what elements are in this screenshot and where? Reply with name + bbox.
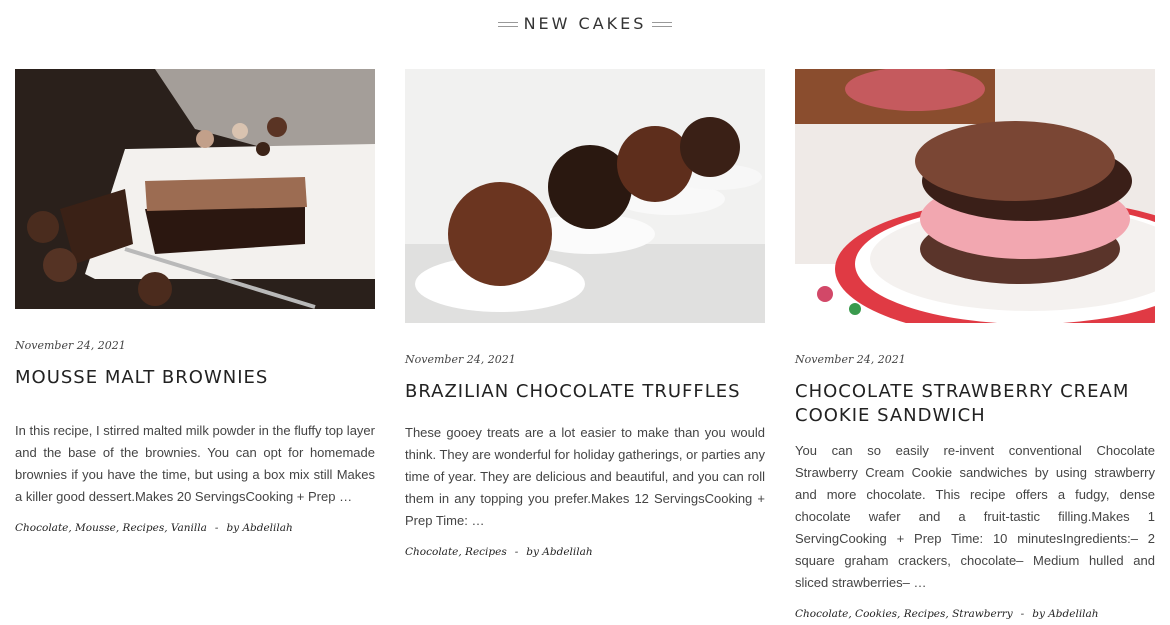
post-title-link[interactable]: MOUSSE MALT BROWNIES	[15, 366, 375, 390]
post-tags-links[interactable]: Chocolate, Mousse, Recipes, Vanilla	[15, 522, 207, 534]
post-date: November 24, 2021	[15, 339, 126, 352]
post-meta: Chocolate, Mousse, Recipes, Vanilla - by A…	[15, 522, 375, 534]
section-title: NEW CAKES	[523, 14, 647, 33]
post-meta: Chocolate, Cookies, Recipes, Strawberry -…	[795, 608, 1155, 620]
section-header: NEW CAKES	[0, 14, 1170, 33]
post-image[interactable]	[15, 69, 375, 309]
meta-separator: -	[1020, 608, 1025, 620]
post-title-link[interactable]: CHOCOLATE STRAWBERRY CREAM COOKIE SANDWI…	[795, 380, 1155, 428]
post-card: November 24, 2021 CHOCOLATE STRAWBERRY C…	[795, 69, 1155, 620]
post-date: November 24, 2021	[405, 353, 516, 366]
post-author-link[interactable]: by Abdelilah	[526, 546, 592, 558]
post-card: November 24, 2021 MOUSSE MALT BROWNIES I…	[15, 69, 375, 534]
truffles-image	[405, 69, 765, 323]
cookie-sandwich-image	[795, 69, 1155, 323]
post-author-link[interactable]: by Abdelilah	[226, 522, 292, 534]
title-decoration-left	[497, 22, 518, 27]
post-tags-links[interactable]: Chocolate, Recipes	[405, 546, 507, 558]
post-title-link[interactable]: BRAZILIAN CHOCOLATE TRUFFLES	[405, 380, 765, 404]
brownie-image	[15, 69, 375, 309]
post-meta: Chocolate, Recipes - by Abdelilah	[405, 546, 765, 558]
post-card: November 24, 2021 BRAZILIAN CHOCOLATE TR…	[405, 69, 765, 558]
post-excerpt: In this recipe, I stirred malted milk po…	[15, 423, 375, 504]
post-tags-links[interactable]: Chocolate, Cookies, Recipes, Strawberry	[795, 608, 1013, 620]
post-excerpt: These gooey treats are a lot easier to m…	[405, 425, 765, 528]
post-image[interactable]	[795, 69, 1155, 323]
meta-separator: -	[514, 546, 519, 558]
post-image[interactable]	[405, 69, 765, 323]
post-date: November 24, 2021	[795, 353, 906, 366]
post-excerpt: You can so easily re-invent conventional…	[795, 443, 1155, 590]
title-decoration-right	[652, 22, 673, 27]
post-author-link[interactable]: by Abdelilah	[1032, 608, 1098, 620]
meta-separator: -	[214, 522, 219, 534]
